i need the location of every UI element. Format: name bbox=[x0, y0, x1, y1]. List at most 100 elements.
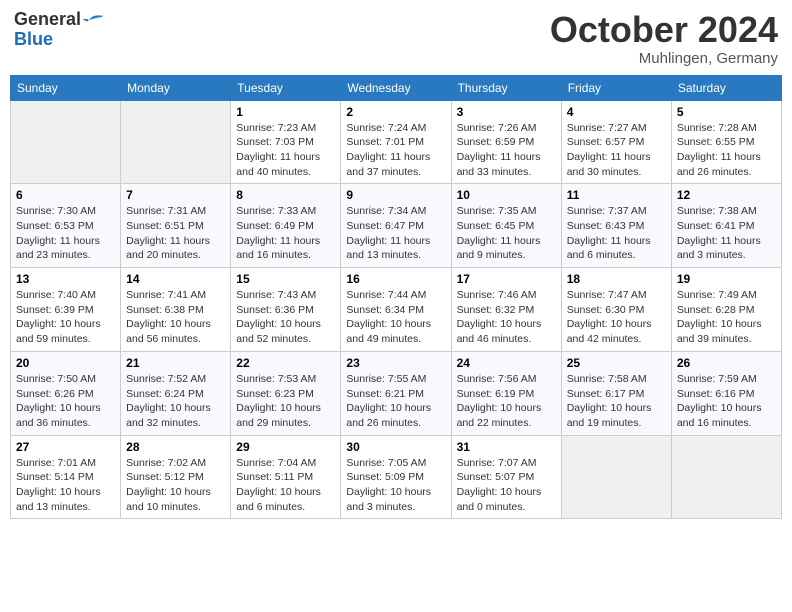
day-info: Sunrise: 7:30 AM Sunset: 6:53 PM Dayligh… bbox=[16, 204, 115, 263]
day-number: 1 bbox=[236, 105, 335, 119]
day-number: 31 bbox=[457, 440, 556, 454]
day-number: 15 bbox=[236, 272, 335, 286]
calendar-day-cell: 22Sunrise: 7:53 AM Sunset: 6:23 PM Dayli… bbox=[231, 351, 341, 435]
day-info: Sunrise: 7:31 AM Sunset: 6:51 PM Dayligh… bbox=[126, 204, 225, 263]
day-of-week-header: Friday bbox=[561, 75, 671, 100]
calendar-week-row: 1Sunrise: 7:23 AM Sunset: 7:03 PM Daylig… bbox=[11, 100, 782, 184]
day-number: 16 bbox=[346, 272, 445, 286]
day-info: Sunrise: 7:56 AM Sunset: 6:19 PM Dayligh… bbox=[457, 372, 556, 431]
calendar-day-cell: 6 Sunrise: 7:30 AM Sunset: 6:53 PM Daylig… bbox=[11, 184, 121, 268]
month-title: October 2024 bbox=[550, 10, 778, 50]
day-number: 8 bbox=[236, 188, 335, 202]
day-number: 17 bbox=[457, 272, 556, 286]
calendar-day-cell: 30 Sunrise: 7:05 AM Sunset: 5:09 PM Dayli… bbox=[341, 435, 451, 519]
day-number: 25 bbox=[567, 356, 666, 370]
calendar-day-cell: 29 Sunrise: 7:04 AM Sunset: 5:11 PM Dayli… bbox=[231, 435, 341, 519]
calendar-day-cell: 14Sunrise: 7:41 AM Sunset: 6:38 PM Dayli… bbox=[121, 268, 231, 352]
day-of-week-header: Monday bbox=[121, 75, 231, 100]
day-info: Sunrise: 7:50 AM Sunset: 6:26 PM Dayligh… bbox=[16, 372, 115, 431]
calendar-week-row: 20 Sunrise: 7:50 AM Sunset: 6:26 PM Dayli… bbox=[11, 351, 782, 435]
calendar-day-cell: 23 Sunrise: 7:55 AM Sunset: 6:21 PM Dayli… bbox=[341, 351, 451, 435]
location: Muhlingen, Germany bbox=[550, 50, 778, 67]
day-info: Sunrise: 7:37 AM Sunset: 6:43 PM Dayligh… bbox=[567, 204, 666, 263]
day-number: 4 bbox=[567, 105, 666, 119]
day-number: 27 bbox=[16, 440, 115, 454]
calendar-day-cell: 21 Sunrise: 7:52 AM Sunset: 6:24 PM Dayli… bbox=[121, 351, 231, 435]
logo-blue: Blue bbox=[14, 30, 53, 50]
calendar-day-cell: 1Sunrise: 7:23 AM Sunset: 7:03 PM Daylig… bbox=[231, 100, 341, 184]
day-number: 29 bbox=[236, 440, 335, 454]
day-info: Sunrise: 7:33 AM Sunset: 6:49 PM Dayligh… bbox=[236, 204, 335, 263]
title-block: October 2024 Muhlingen, Germany bbox=[550, 10, 778, 67]
calendar-day-cell: 10 Sunrise: 7:35 AM Sunset: 6:45 PM Dayli… bbox=[451, 184, 561, 268]
day-number: 14 bbox=[126, 272, 225, 286]
day-info: Sunrise: 7:35 AM Sunset: 6:45 PM Dayligh… bbox=[457, 204, 556, 263]
day-info: Sunrise: 7:59 AM Sunset: 6:16 PM Dayligh… bbox=[677, 372, 776, 431]
day-number: 18 bbox=[567, 272, 666, 286]
day-number: 10 bbox=[457, 188, 556, 202]
day-info: Sunrise: 7:52 AM Sunset: 6:24 PM Dayligh… bbox=[126, 372, 225, 431]
calendar-table: SundayMondayTuesdayWednesdayThursdayFrid… bbox=[10, 75, 782, 520]
calendar-day-cell: 13 Sunrise: 7:40 AM Sunset: 6:39 PM Dayli… bbox=[11, 268, 121, 352]
logo: General Blue bbox=[14, 10, 105, 50]
calendar-day-cell bbox=[121, 100, 231, 184]
calendar-day-cell: 18Sunrise: 7:47 AM Sunset: 6:30 PM Dayli… bbox=[561, 268, 671, 352]
calendar-day-cell: 16 Sunrise: 7:44 AM Sunset: 6:34 PM Dayli… bbox=[341, 268, 451, 352]
calendar-day-cell: 25Sunrise: 7:58 AM Sunset: 6:17 PM Dayli… bbox=[561, 351, 671, 435]
calendar-week-row: 6 Sunrise: 7:30 AM Sunset: 6:53 PM Daylig… bbox=[11, 184, 782, 268]
day-number: 9 bbox=[346, 188, 445, 202]
day-info: Sunrise: 7:01 AM Sunset: 5:14 PM Dayligh… bbox=[16, 456, 115, 515]
calendar-day-cell: 26 Sunrise: 7:59 AM Sunset: 6:16 PM Dayli… bbox=[671, 351, 781, 435]
calendar-day-cell: 2Sunrise: 7:24 AM Sunset: 7:01 PM Daylig… bbox=[341, 100, 451, 184]
day-info: Sunrise: 7:05 AM Sunset: 5:09 PM Dayligh… bbox=[346, 456, 445, 515]
day-number: 13 bbox=[16, 272, 115, 286]
day-info: Sunrise: 7:28 AM Sunset: 6:55 PM Dayligh… bbox=[677, 121, 776, 180]
calendar-day-cell: 28Sunrise: 7:02 AM Sunset: 5:12 PM Dayli… bbox=[121, 435, 231, 519]
day-of-week-header: Thursday bbox=[451, 75, 561, 100]
day-info: Sunrise: 7:38 AM Sunset: 6:41 PM Dayligh… bbox=[677, 204, 776, 263]
day-number: 26 bbox=[677, 356, 776, 370]
logo-general: General bbox=[14, 10, 81, 30]
day-number: 30 bbox=[346, 440, 445, 454]
day-number: 24 bbox=[457, 356, 556, 370]
calendar-day-cell: 19Sunrise: 7:49 AM Sunset: 6:28 PM Dayli… bbox=[671, 268, 781, 352]
calendar-day-cell: 5 Sunrise: 7:28 AM Sunset: 6:55 PM Daylig… bbox=[671, 100, 781, 184]
day-number: 5 bbox=[677, 105, 776, 119]
calendar-week-row: 27 Sunrise: 7:01 AM Sunset: 5:14 PM Dayli… bbox=[11, 435, 782, 519]
calendar-header-row: SundayMondayTuesdayWednesdayThursdayFrid… bbox=[11, 75, 782, 100]
day-number: 11 bbox=[567, 188, 666, 202]
calendar-day-cell bbox=[561, 435, 671, 519]
calendar-day-cell: 27 Sunrise: 7:01 AM Sunset: 5:14 PM Dayli… bbox=[11, 435, 121, 519]
day-info: Sunrise: 7:34 AM Sunset: 6:47 PM Dayligh… bbox=[346, 204, 445, 263]
calendar-day-cell: 4 Sunrise: 7:27 AM Sunset: 6:57 PM Daylig… bbox=[561, 100, 671, 184]
day-info: Sunrise: 7:46 AM Sunset: 6:32 PM Dayligh… bbox=[457, 288, 556, 347]
calendar-day-cell: 11 Sunrise: 7:37 AM Sunset: 6:43 PM Dayli… bbox=[561, 184, 671, 268]
day-of-week-header: Sunday bbox=[11, 75, 121, 100]
page-header: General Blue October 2024 Muhlingen, Ger… bbox=[10, 10, 782, 67]
calendar-day-cell: 17 Sunrise: 7:46 AM Sunset: 6:32 PM Dayli… bbox=[451, 268, 561, 352]
day-number: 23 bbox=[346, 356, 445, 370]
calendar-week-row: 13 Sunrise: 7:40 AM Sunset: 6:39 PM Dayli… bbox=[11, 268, 782, 352]
day-number: 20 bbox=[16, 356, 115, 370]
day-info: Sunrise: 7:40 AM Sunset: 6:39 PM Dayligh… bbox=[16, 288, 115, 347]
calendar-day-cell: 9 Sunrise: 7:34 AM Sunset: 6:47 PM Daylig… bbox=[341, 184, 451, 268]
day-info: Sunrise: 7:44 AM Sunset: 6:34 PM Dayligh… bbox=[346, 288, 445, 347]
day-number: 6 bbox=[16, 188, 115, 202]
calendar-day-cell: 7Sunrise: 7:31 AM Sunset: 6:51 PM Daylig… bbox=[121, 184, 231, 268]
day-of-week-header: Wednesday bbox=[341, 75, 451, 100]
day-info: Sunrise: 7:43 AM Sunset: 6:36 PM Dayligh… bbox=[236, 288, 335, 347]
calendar-day-cell bbox=[11, 100, 121, 184]
day-info: Sunrise: 7:27 AM Sunset: 6:57 PM Dayligh… bbox=[567, 121, 666, 180]
logo-bird-icon bbox=[81, 10, 105, 30]
calendar-day-cell: 3Sunrise: 7:26 AM Sunset: 6:59 PM Daylig… bbox=[451, 100, 561, 184]
day-number: 19 bbox=[677, 272, 776, 286]
day-info: Sunrise: 7:07 AM Sunset: 5:07 PM Dayligh… bbox=[457, 456, 556, 515]
day-number: 3 bbox=[457, 105, 556, 119]
calendar-day-cell: 15 Sunrise: 7:43 AM Sunset: 6:36 PM Dayli… bbox=[231, 268, 341, 352]
day-number: 2 bbox=[346, 105, 445, 119]
calendar-day-cell: 12Sunrise: 7:38 AM Sunset: 6:41 PM Dayli… bbox=[671, 184, 781, 268]
day-info: Sunrise: 7:04 AM Sunset: 5:11 PM Dayligh… bbox=[236, 456, 335, 515]
day-number: 21 bbox=[126, 356, 225, 370]
day-info: Sunrise: 7:53 AM Sunset: 6:23 PM Dayligh… bbox=[236, 372, 335, 431]
day-info: Sunrise: 7:55 AM Sunset: 6:21 PM Dayligh… bbox=[346, 372, 445, 431]
